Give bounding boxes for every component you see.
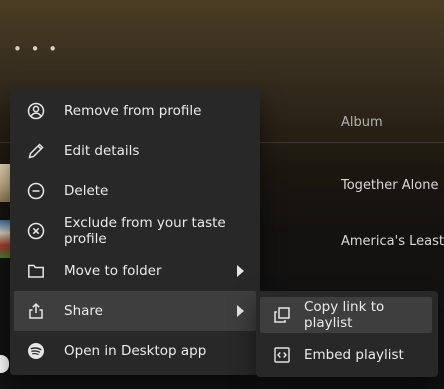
more-options-button[interactable]: • • • bbox=[13, 42, 59, 57]
x-circle-icon bbox=[26, 221, 46, 241]
album-cell[interactable]: America's Least W bbox=[341, 234, 444, 249]
copy-icon bbox=[272, 305, 292, 325]
column-header-album[interactable]: Album bbox=[341, 115, 383, 130]
menu-item-move-to-folder[interactable]: Move to folder bbox=[14, 251, 256, 291]
chevron-right-icon bbox=[237, 305, 244, 317]
menu-item-edit-details[interactable]: Edit details bbox=[14, 131, 256, 171]
menu-item-label: Exclude from your taste profile bbox=[64, 215, 226, 247]
menu-item-label: Open in Desktop app bbox=[64, 343, 207, 359]
menu-item-label: Edit details bbox=[64, 143, 140, 159]
chevron-right-icon bbox=[237, 265, 244, 277]
menu-item-label: Remove from profile bbox=[64, 103, 202, 119]
user-circle-icon bbox=[26, 101, 46, 121]
menu-item-remove-from-profile[interactable]: Remove from profile bbox=[14, 91, 256, 131]
share-submenu: Copy link to playlist Embed playlist bbox=[256, 291, 438, 377]
menu-item-share[interactable]: Share bbox=[14, 291, 256, 331]
menu-item-label: Delete bbox=[64, 183, 109, 199]
minus-circle-icon bbox=[26, 181, 46, 201]
folder-icon bbox=[26, 261, 46, 281]
partial-element bbox=[0, 355, 9, 373]
submenu-item-label: Embed playlist bbox=[304, 347, 404, 363]
menu-item-exclude-taste-profile[interactable]: Exclude from your taste profile bbox=[14, 211, 256, 251]
submenu-item-label: Copy link to playlist bbox=[304, 299, 385, 331]
submenu-item-embed-playlist[interactable]: Embed playlist bbox=[260, 337, 432, 373]
spotify-icon bbox=[26, 341, 46, 361]
menu-item-label: Move to folder bbox=[64, 263, 162, 279]
menu-item-label: Share bbox=[64, 303, 103, 319]
menu-item-open-desktop-app[interactable]: Open in Desktop app bbox=[14, 331, 256, 371]
album-cell[interactable]: Together Alone bbox=[341, 178, 438, 193]
share-icon bbox=[26, 301, 46, 321]
pencil-icon bbox=[26, 141, 46, 161]
submenu-item-copy-link[interactable]: Copy link to playlist bbox=[260, 297, 432, 333]
menu-item-delete[interactable]: Delete bbox=[14, 171, 256, 211]
context-menu: Remove from profile Edit details Delete … bbox=[10, 87, 260, 375]
embed-icon bbox=[272, 345, 292, 365]
